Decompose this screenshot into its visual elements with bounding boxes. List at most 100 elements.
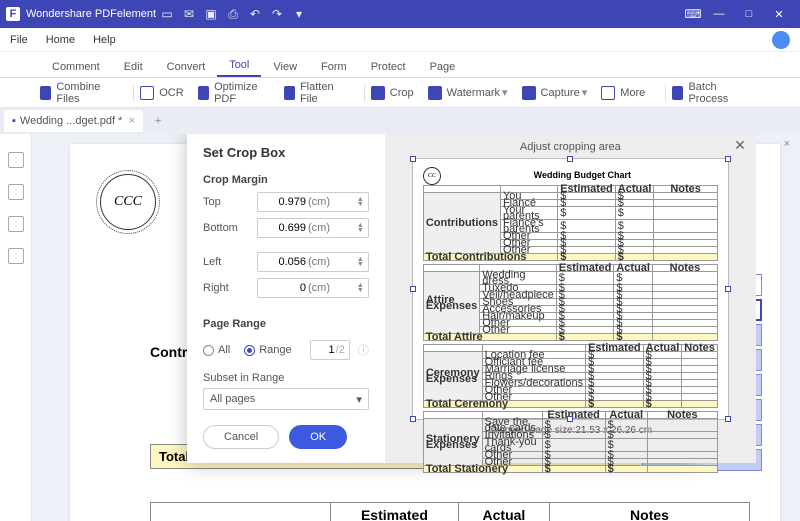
bottom-input[interactable]: (cm)▲▼ — [257, 218, 369, 238]
mail-icon[interactable]: ✉ — [178, 3, 200, 25]
document-view[interactable]: × CCC Contributio Total Contri Estimated… — [32, 134, 800, 521]
toolbar: Combine Files OCR Optimize PDF Flatten F… — [0, 78, 800, 108]
close-button[interactable]: ✕ — [764, 0, 794, 28]
stepper-icon[interactable]: ▲▼ — [357, 197, 364, 207]
watermark-icon — [428, 86, 442, 100]
batch-icon — [672, 86, 683, 100]
col-notes: Notes — [550, 503, 750, 521]
redo-icon[interactable]: ↷ — [266, 3, 288, 25]
radio-all[interactable]: All — [203, 344, 230, 356]
save-icon[interactable]: ▣ — [200, 3, 222, 25]
range-input[interactable]: /2 — [310, 340, 350, 360]
tab-tool[interactable]: Tool — [217, 55, 261, 77]
handle-tl[interactable] — [410, 156, 416, 162]
more-button[interactable]: More — [601, 86, 645, 100]
capture-icon — [522, 86, 536, 100]
bottom-label: Bottom — [203, 222, 257, 234]
print-icon[interactable]: ⎙ — [222, 3, 244, 25]
combine-icon — [40, 86, 51, 100]
preview-content: EstimatedActualNotesContributionsYou$$Fi… — [423, 185, 718, 473]
handle-tm[interactable] — [567, 156, 573, 162]
preview-title: Wedding Budget Chart — [447, 170, 718, 180]
minimize-button[interactable]: — — [704, 0, 734, 28]
panel-close-icon[interactable]: × — [784, 138, 790, 150]
document-tab-bar: ▪ Wedding ...dget.pdf * × + — [0, 108, 800, 134]
tab-edit[interactable]: Edit — [112, 57, 155, 77]
tab-close-icon[interactable]: × — [128, 115, 134, 127]
open-icon[interactable]: ▭ — [156, 3, 178, 25]
watermark-button[interactable]: Watermark▾ — [428, 86, 508, 100]
tab-page[interactable]: Page — [418, 57, 468, 77]
app-logo-icon: F — [6, 7, 20, 21]
document-tab[interactable]: ▪ Wedding ...dget.pdf * × — [4, 110, 143, 132]
feedback-icon[interactable]: ⌨ — [682, 3, 704, 25]
work-area: × CCC Contributio Total Contri Estimated… — [0, 134, 800, 521]
tab-comment[interactable]: Comment — [40, 57, 112, 77]
menu-help[interactable]: Help — [93, 34, 116, 46]
col-actual: Actual — [458, 503, 549, 521]
menu-bar: File Home Help — [0, 28, 800, 52]
preview-logo-icon: CC — [423, 167, 441, 185]
thumbnail-icon[interactable] — [8, 152, 24, 168]
new-tab-button[interactable]: + — [149, 115, 167, 127]
handle-bl[interactable] — [410, 416, 416, 422]
handle-lm[interactable] — [410, 286, 416, 292]
tab-protect[interactable]: Protect — [359, 57, 418, 77]
crop-dialog: Set Crop Box Crop Margin Top(cm)▲▼ Botto… — [187, 134, 695, 463]
optimize-button[interactable]: Optimize PDF — [198, 81, 270, 105]
document-tab-label: Wedding ...dget.pdf * — [20, 115, 123, 127]
batch-button[interactable]: Batch Process — [672, 81, 746, 105]
app-title: Wondershare PDFelement — [26, 8, 156, 20]
cancel-button[interactable]: Cancel — [203, 425, 279, 449]
combine-button[interactable]: Combine Files — [40, 81, 113, 105]
ocr-icon — [140, 86, 154, 100]
right-label: Right — [203, 282, 257, 294]
capture-button[interactable]: Capture▾ — [522, 86, 588, 100]
dialog-title: Set Crop Box — [203, 145, 369, 160]
more-icon — [601, 86, 615, 100]
flatten-button[interactable]: Flatten File — [284, 81, 344, 105]
dropdown-icon[interactable]: ▾ — [288, 3, 310, 25]
left-label: Left — [203, 256, 257, 268]
menu-file[interactable]: File — [10, 34, 28, 46]
radio-range[interactable]: Range — [244, 344, 291, 356]
search-icon[interactable] — [8, 216, 24, 232]
left-input[interactable]: (cm)▲▼ — [257, 252, 369, 272]
info-icon[interactable]: ⓘ — [358, 342, 369, 358]
title-bar: F Wondershare PDFelement ▭ ✉ ▣ ⎙ ↶ ↷ ▾ ⌨… — [0, 0, 800, 28]
flatten-icon — [284, 86, 295, 100]
dialog-close-icon[interactable]: ✕ — [734, 137, 746, 154]
user-avatar-icon[interactable] — [772, 31, 790, 49]
tab-view[interactable]: View — [261, 57, 309, 77]
handle-br[interactable] — [725, 416, 731, 422]
handle-bm[interactable] — [567, 416, 573, 422]
handle-rm[interactable] — [725, 286, 731, 292]
undo-icon[interactable]: ↶ — [244, 3, 266, 25]
attachment-icon[interactable] — [8, 248, 24, 264]
top-input[interactable]: (cm)▲▼ — [257, 192, 369, 212]
menu-home[interactable]: Home — [46, 34, 75, 46]
crop-margin-label: Crop Margin — [203, 174, 369, 186]
right-input[interactable]: (cm)▲▼ — [257, 278, 369, 298]
page-range-label: Page Range — [203, 318, 369, 330]
crop-preview-panel: ✕ Adjust cropping area CCWedding Budget … — [385, 134, 756, 463]
col-estimated: Estimated — [331, 503, 459, 521]
cccs-logo-icon: CCC — [100, 174, 156, 230]
tab-form[interactable]: Form — [309, 57, 359, 77]
crop-preview[interactable]: CCWedding Budget Chart EstimatedActualNo… — [413, 159, 728, 419]
chevron-down-icon: ▾ — [356, 393, 362, 406]
crop-settings-panel: Set Crop Box Crop Margin Top(cm)▲▼ Botto… — [187, 134, 385, 463]
crop-icon — [371, 86, 385, 100]
left-sidebar — [0, 134, 32, 521]
ok-button[interactable]: OK — [289, 425, 347, 449]
ribbon-tabs: Comment Edit Convert Tool View Form Prot… — [0, 52, 800, 78]
top-label: Top — [203, 196, 257, 208]
maximize-button[interactable]: □ — [734, 0, 764, 28]
handle-tr[interactable] — [725, 156, 731, 162]
bookmark-icon[interactable] — [8, 184, 24, 200]
tab-convert[interactable]: Convert — [155, 57, 218, 77]
subset-select[interactable]: All pages▾ — [203, 388, 369, 410]
crop-button[interactable]: Crop — [371, 86, 414, 100]
ocr-button[interactable]: OCR — [140, 86, 183, 100]
subset-label: Subset in Range — [203, 372, 369, 384]
